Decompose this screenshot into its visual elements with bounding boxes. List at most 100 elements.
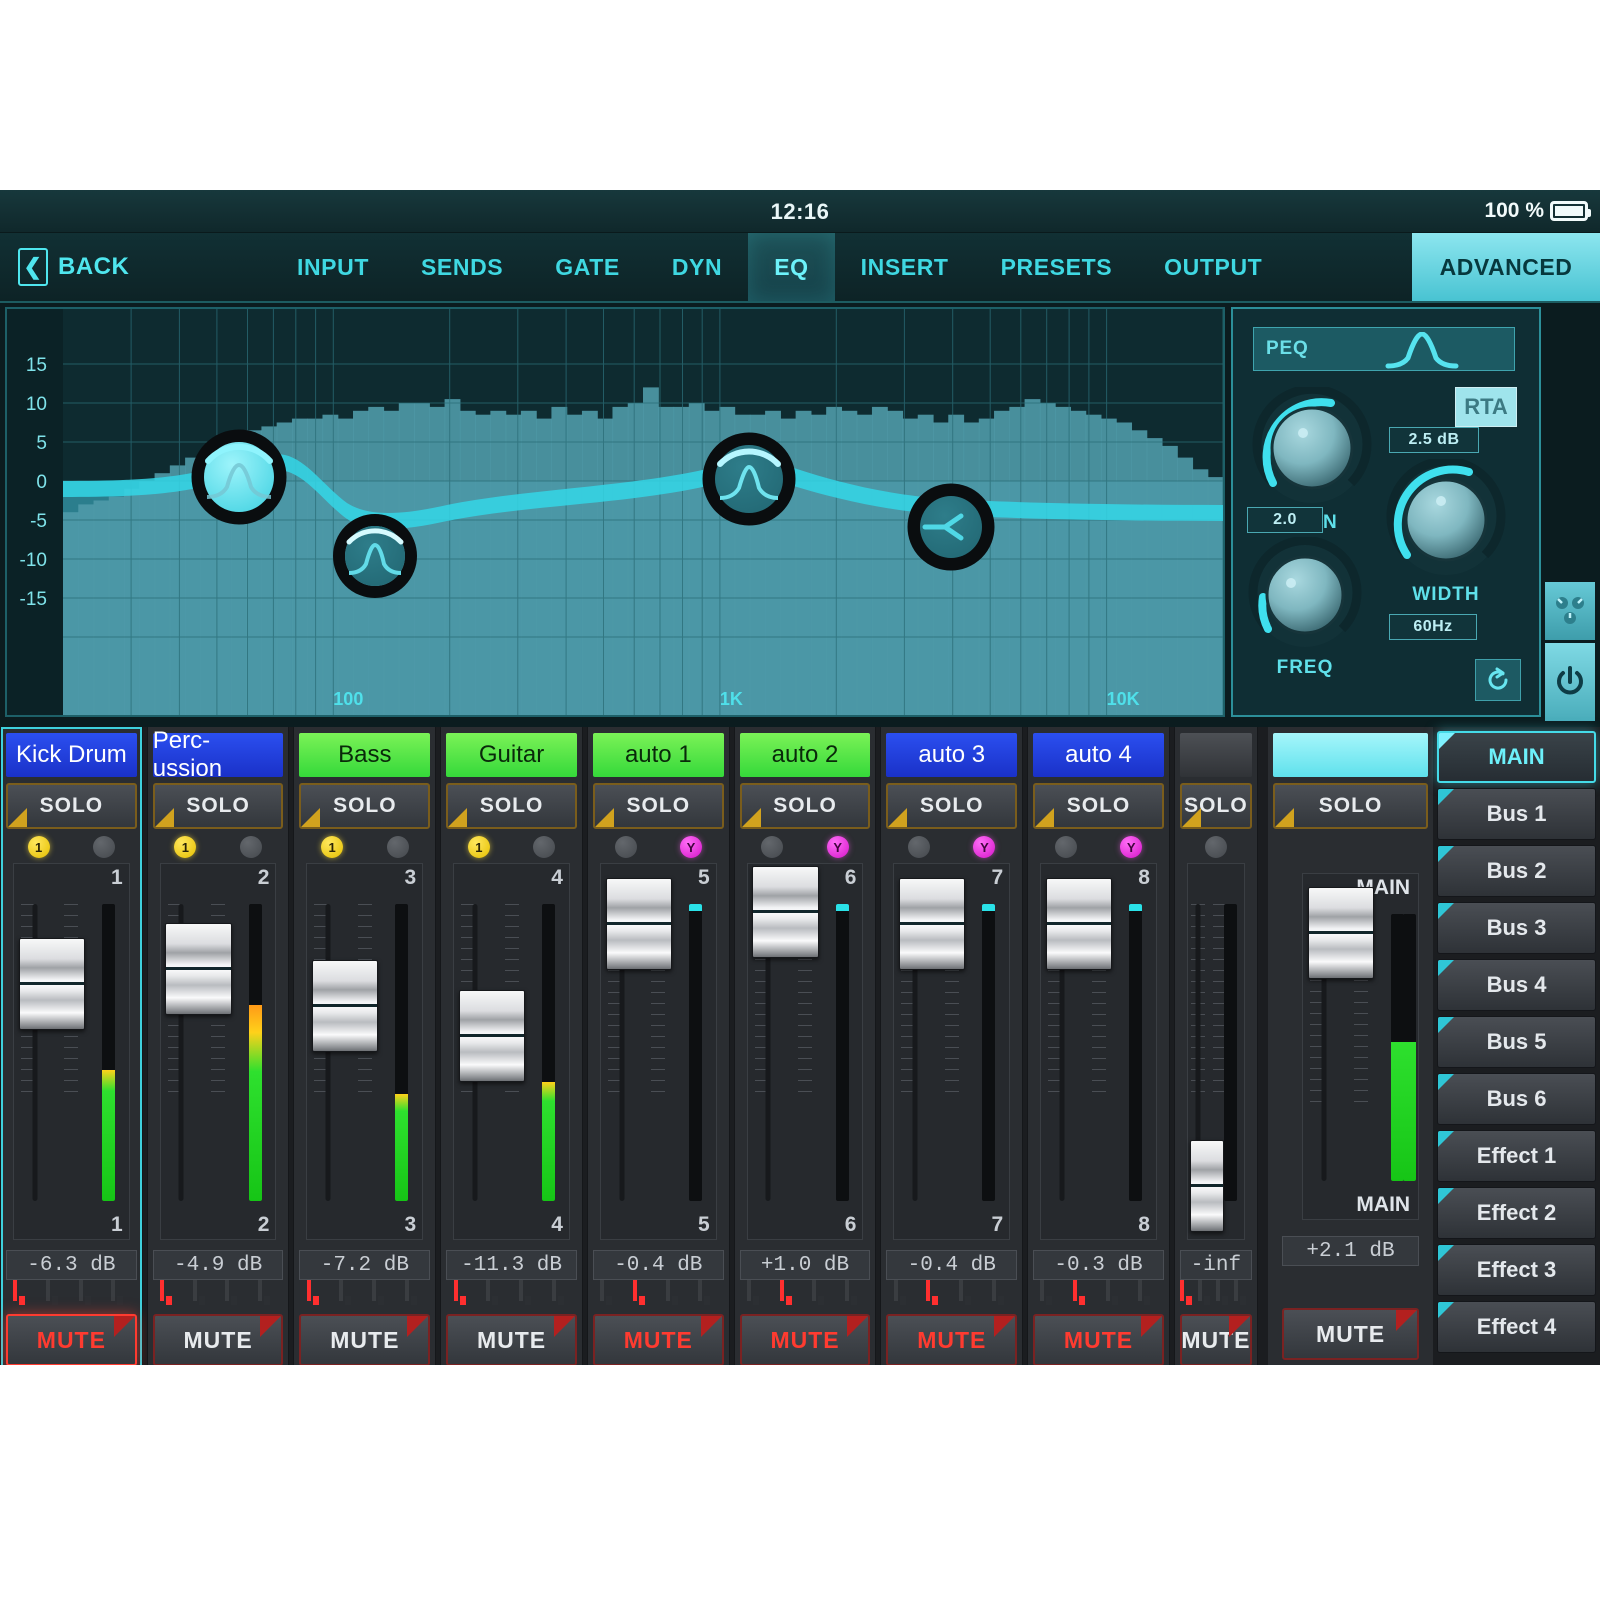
channel-name-button[interactable]: auto 4 (1033, 733, 1164, 777)
assign-button-4[interactable] (405, 1282, 423, 1304)
bus-button[interactable]: Bus 5 (1437, 1016, 1596, 1068)
fader-track[interactable] (326, 904, 331, 1201)
bus-button[interactable]: MAIN (1437, 731, 1596, 783)
back-button[interactable]: ❮ BACK (0, 233, 147, 301)
status-led-grey[interactable] (1205, 836, 1227, 858)
channel-fader-box[interactable] (1187, 863, 1245, 1240)
channel-name-button[interactable]: auto 1 (593, 733, 724, 777)
fader-cap[interactable] (1046, 878, 1112, 970)
channel-strip[interactable]: auto 1 SOLO Y 5 5 -0.4 dB MUTE (587, 727, 730, 1365)
main-name-button[interactable] (1273, 733, 1428, 777)
bus-button[interactable]: Bus 1 (1437, 788, 1596, 840)
status-led-grey[interactable] (240, 836, 262, 858)
channel-mute-button[interactable]: MUTE (593, 1314, 724, 1365)
assign-button-4[interactable] (1138, 1282, 1156, 1304)
tab-eq[interactable]: EQ (748, 233, 834, 301)
status-led-grey[interactable] (93, 836, 115, 858)
rta-toggle-button[interactable]: RTA (1455, 387, 1517, 427)
main-mute-button[interactable]: MUTE (1282, 1308, 1419, 1360)
tab-output[interactable]: OUTPUT (1138, 233, 1288, 301)
status-led-yellow[interactable]: 1 (28, 836, 50, 858)
assign-button-1[interactable] (160, 1282, 178, 1304)
assign-button-4[interactable] (992, 1282, 1010, 1304)
assign-button-1[interactable] (747, 1282, 765, 1304)
assign-button-2[interactable] (1198, 1282, 1216, 1304)
channel-fader-box[interactable]: 5 5 (600, 863, 717, 1240)
bus-button[interactable]: Effect 4 (1437, 1301, 1596, 1353)
assign-button-3[interactable] (812, 1282, 830, 1304)
channel-strip[interactable]: Kick Drum SOLO 1 1 1 -6.3 dB MUTE (0, 727, 143, 1365)
assign-button-3[interactable] (79, 1282, 97, 1304)
eq-band-handle-2[interactable] (339, 520, 411, 592)
bus-button[interactable]: Bus 3 (1437, 902, 1596, 954)
tab-input[interactable]: INPUT (271, 233, 395, 301)
gain-value[interactable]: 2.5 dB (1389, 427, 1479, 453)
tab-presets[interactable]: PRESETS (975, 233, 1139, 301)
channel-db-value[interactable]: -0.4 dB (593, 1250, 724, 1280)
channel-db-value[interactable]: -7.2 dB (299, 1250, 430, 1280)
assign-button-2[interactable] (926, 1282, 944, 1304)
channel-solo-button[interactable]: SOLO (886, 783, 1017, 829)
bus-button[interactable]: Effect 3 (1437, 1244, 1596, 1296)
assign-button-4[interactable] (552, 1282, 570, 1304)
channel-db-value[interactable]: -4.9 dB (153, 1250, 284, 1280)
channel-solo-button[interactable]: SOLO (446, 783, 577, 829)
assign-button-4[interactable] (698, 1282, 716, 1304)
reset-button[interactable] (1475, 659, 1521, 701)
assign-button-2[interactable] (193, 1282, 211, 1304)
channel-fader-box[interactable]: 4 4 (453, 863, 570, 1240)
channel-solo-button[interactable]: SOLO (6, 783, 137, 829)
fader-cap[interactable] (752, 866, 818, 958)
status-led-grey[interactable] (615, 836, 637, 858)
fader-cap[interactable] (165, 923, 231, 1015)
status-led-magenta[interactable]: Y (680, 836, 702, 858)
assign-button-3[interactable] (225, 1282, 243, 1304)
assign-button-2[interactable] (633, 1282, 651, 1304)
channel-mute-button[interactable]: MUTE (886, 1314, 1017, 1365)
channel-mute-button[interactable]: MUTE (446, 1314, 577, 1365)
status-led-magenta[interactable]: Y (827, 836, 849, 858)
assign-button-1[interactable] (307, 1282, 325, 1304)
bus-button[interactable]: Effect 1 (1437, 1130, 1596, 1182)
assign-button-3[interactable] (1106, 1282, 1124, 1304)
channel-mute-button[interactable]: MUTE (740, 1314, 871, 1365)
assign-button-3[interactable] (959, 1282, 977, 1304)
assign-button-1[interactable] (13, 1282, 31, 1304)
main-fader-box[interactable]: MAIN MAIN (1302, 873, 1419, 1220)
channel-name-button[interactable]: Perc- ussion (153, 733, 284, 777)
status-led-yellow[interactable]: 1 (468, 836, 490, 858)
channel-strip[interactable]: Bass SOLO 1 3 3 -7.2 dB MUTE (293, 727, 436, 1365)
freq-value[interactable]: 60Hz (1389, 614, 1477, 640)
status-led-grey[interactable] (761, 836, 783, 858)
tab-dyn[interactable]: DYN (646, 233, 748, 301)
channel-mute-button[interactable]: MUTE (6, 1314, 137, 1365)
channel-name-button[interactable]: auto 3 (886, 733, 1017, 777)
channel-mute-button[interactable]: MUTE (299, 1314, 430, 1365)
peq-mode-selector[interactable]: PEQ (1253, 327, 1515, 371)
status-led-grey[interactable] (387, 836, 409, 858)
assign-button-3[interactable] (666, 1282, 684, 1304)
knobs-shortcut-button[interactable] (1545, 582, 1595, 640)
tab-insert[interactable]: INSERT (835, 233, 975, 301)
main-db-value[interactable]: +2.1 dB (1282, 1236, 1419, 1266)
assign-button-2[interactable] (780, 1282, 798, 1304)
assign-button-2[interactable] (339, 1282, 357, 1304)
assign-button-1[interactable] (894, 1282, 912, 1304)
assign-button-3[interactable] (1216, 1282, 1234, 1304)
fader-cap[interactable] (606, 878, 672, 970)
channel-fader-box[interactable]: 7 7 (893, 863, 1010, 1240)
channel-fader-box[interactable]: 3 3 (306, 863, 423, 1240)
assign-button-1[interactable] (1180, 1282, 1198, 1304)
channel-fader-box[interactable]: 1 1 (13, 863, 130, 1240)
channel-name-button[interactable] (1180, 733, 1252, 777)
assign-button-3[interactable] (519, 1282, 537, 1304)
channel-strip[interactable]: Guitar SOLO 1 4 4 -11.3 dB MUTE (440, 727, 583, 1365)
assign-button-3[interactable] (372, 1282, 390, 1304)
channel-name-button[interactable]: Guitar (446, 733, 577, 777)
channel-name-button[interactable]: auto 2 (740, 733, 871, 777)
bus-button[interactable]: Bus 6 (1437, 1073, 1596, 1125)
assign-button-1[interactable] (1040, 1282, 1058, 1304)
fader-cap[interactable] (19, 938, 85, 1030)
channel-db-value[interactable]: +1.0 dB (740, 1250, 871, 1280)
assign-button-1[interactable] (600, 1282, 618, 1304)
